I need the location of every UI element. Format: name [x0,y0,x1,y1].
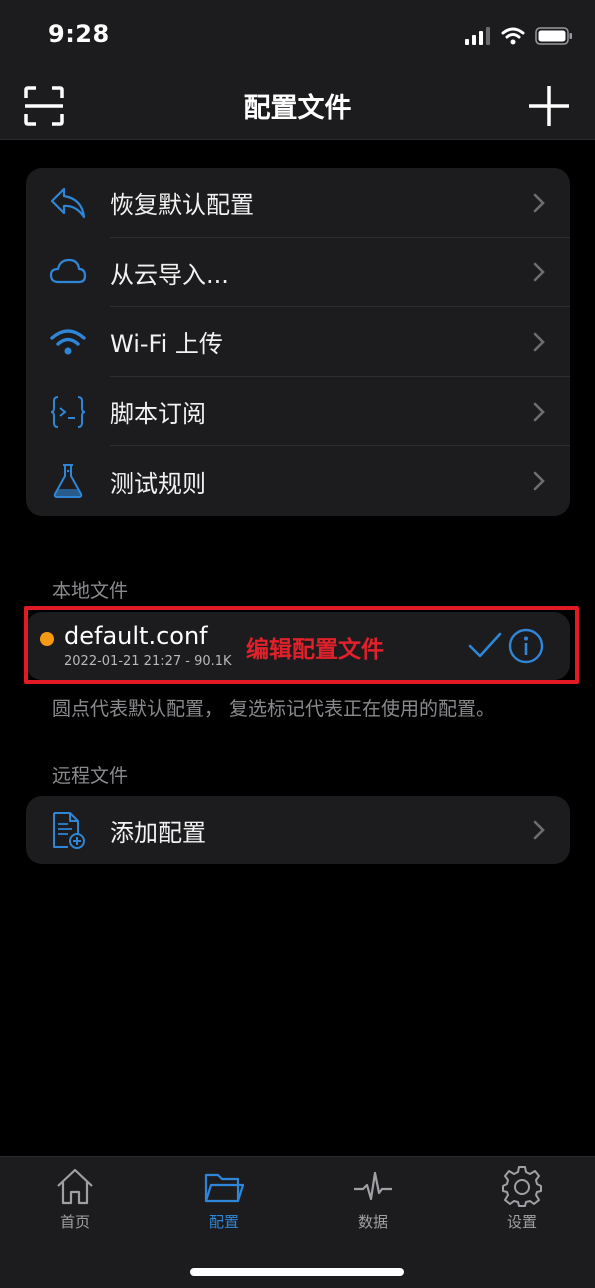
tab-config-label: 配置 [208,1213,239,1231]
gear-icon [502,1166,542,1207]
tab-settings-label: 设置 [506,1213,537,1231]
plus-icon[interactable] [527,84,571,128]
status-time: 9:28 [48,20,110,48]
status-bar: 9:28 [0,0,595,72]
add-config-label: 添加配置 [110,818,206,847]
test-rules-label: 测试规则 [110,469,206,498]
chevron-right-icon [533,471,545,491]
status-icons [465,24,573,48]
folder-icon [204,1173,245,1203]
home-indicator[interactable] [190,1268,404,1276]
cloud-icon [48,252,88,292]
add-config-inner[interactable]: 添加配置 [26,796,570,864]
wifi-icon [48,322,88,362]
tab-home-label: 首页 [59,1213,90,1231]
tab-config[interactable]: 配置 [179,1165,269,1232]
page-title: 配置文件 [243,93,352,124]
chevron-right-icon [533,263,545,282]
script-subscription-label: 脚本订阅 [110,400,206,429]
test-rules-row[interactable]: 测试规则 [26,446,570,516]
restore-default-row[interactable]: 恢复默认配置 [26,168,570,238]
signal-icon [465,27,490,45]
legend-note: 圆点代表默认配置， 复选标记代表正在使用的配置。 [52,698,496,720]
pulse-icon [354,1171,392,1201]
house-icon [57,1168,93,1205]
battery-icon [535,27,572,45]
add-config-row[interactable]: 添加配置 [26,796,570,864]
tab-data-label: 数据 [357,1213,388,1231]
import-cloud-row[interactable]: 从云导入... [26,238,570,308]
wifi-status-icon [501,27,525,45]
restore-default-label: 恢复默认配置 [110,191,254,220]
import-cloud-label: 从云导入... [110,260,229,289]
menu-card: 恢复默认配置 从云导入... Wi-Fi 上传 脚本订阅 测试规则 [26,168,570,516]
wifi-upload-row[interactable]: Wi-Fi 上传 [26,307,570,377]
code-braces-icon [48,392,88,432]
tab-home[interactable]: 首页 [30,1165,120,1232]
chevron-right-icon [533,820,545,840]
chevron-right-icon [533,332,545,352]
chevron-right-icon [533,193,545,213]
document-add-icon [48,810,88,850]
tab-settings[interactable]: 设置 [477,1165,567,1232]
annotation-highlight-box [24,606,579,684]
script-subscription-row[interactable]: 脚本订阅 [26,377,570,447]
local-files-header: 本地文件 [52,580,129,602]
remote-files-header: 远程文件 [52,765,129,787]
wifi-upload-label: Wi-Fi 上传 [110,330,223,359]
flask-icon [48,461,88,501]
chevron-right-icon [533,402,545,421]
tab-data[interactable]: 数据 [328,1165,418,1232]
undo-arrow-icon [48,183,88,223]
nav-bar: 配置文件 [0,72,595,140]
